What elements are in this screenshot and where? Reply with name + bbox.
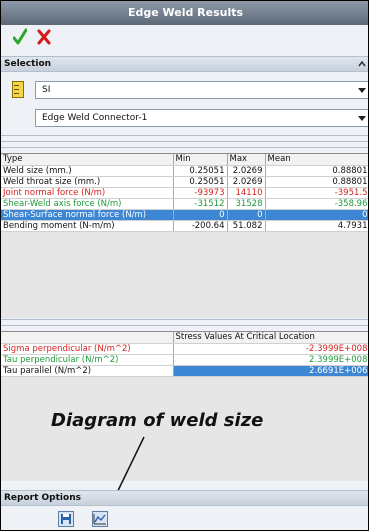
stress-value-cell: 2.3999E+008 [173, 354, 368, 366]
divider [1, 325, 368, 326]
save-report-icon[interactable] [58, 511, 74, 527]
table-row[interactable]: Joint normal force (N/m) -93973 14110 -3… [1, 187, 368, 199]
connector-value: Edge Weld Connector-1 [42, 113, 148, 123]
connector-select[interactable]: Edge Weld Connector-1 [35, 109, 368, 127]
dropdown-arrow-icon[interactable] [358, 88, 366, 93]
column-header [1, 332, 174, 344]
stress-label-cell: Tau parallel (N/m^2) [1, 365, 174, 377]
table-row[interactable]: Tau perpendicular (N/m^2) 2.3999E+008 [1, 354, 368, 366]
max-cell: 51.082 [227, 220, 266, 232]
unit-system-value: SI [42, 85, 51, 95]
column-header[interactable]: Mean [265, 154, 368, 166]
table-row-selected[interactable]: Shear-Surface normal force (N/m) 0 0 0 [1, 209, 368, 221]
column-header[interactable]: Type [1, 154, 174, 166]
min-cell: 0.25051 [173, 176, 228, 188]
mean-cell: 0.88801 [265, 165, 368, 177]
window-title: Edge Weld Results [1, 1, 368, 25]
dropdown-arrow-icon[interactable] [358, 116, 366, 121]
type-cell: Joint normal force (N/m) [1, 187, 174, 199]
table-row[interactable]: Sigma perpendicular (N/m^2) -2.3999E+008 [1, 343, 368, 355]
edge-weld-results-panel: Edge Weld Results Selection SI Edge Weld… [0, 0, 369, 531]
results-table-area: Type Min Max Mean Weld size (mm.) 0.2505… [1, 153, 368, 318]
mean-cell: 0.88801 [265, 176, 368, 188]
diagram-callout-label: Diagram of weld size [51, 410, 264, 431]
max-cell: 2.0269 [227, 176, 266, 188]
stress-label-cell: Sigma perpendicular (N/m^2) [1, 343, 174, 355]
chevron-up-icon[interactable] [358, 60, 366, 68]
column-header[interactable]: Stress Values At Critical Location [173, 332, 368, 344]
column-header[interactable]: Min [173, 154, 228, 166]
max-cell: 14110 [227, 187, 266, 199]
table-row[interactable]: Shear-Weld axis force (N/m) -31512 31528… [1, 198, 368, 210]
mean-cell: 0 [265, 209, 368, 221]
check-icon[interactable] [13, 28, 27, 46]
type-cell: Shear-Weld axis force (N/m) [1, 198, 174, 210]
critical-stress-table: Stress Values At Critical Location Sigma… [1, 332, 368, 377]
critical-table-area: Stress Values At Critical Location Sigma… [1, 331, 368, 481]
table-row-selected[interactable]: Tau parallel (N/m^2) 2.6691E+006 [1, 365, 368, 377]
report-options-header[interactable]: Report Options [1, 490, 368, 506]
type-cell: Weld throat size (mm.) [1, 176, 174, 188]
ruler-icon [12, 81, 24, 98]
divider [1, 319, 368, 320]
stress-label-cell: Tau perpendicular (N/m^2) [1, 354, 174, 366]
mean-cell: 4.7931 [265, 220, 368, 232]
min-cell: 0.25051 [173, 165, 228, 177]
min-cell: -31512 [173, 198, 228, 210]
max-cell: 31528 [227, 198, 266, 210]
unit-system-select[interactable]: SI [35, 81, 368, 99]
diagram-icon[interactable] [92, 511, 108, 527]
action-bar [1, 25, 368, 51]
table-header-row: Stress Values At Critical Location [1, 332, 368, 344]
results-table: Type Min Max Mean Weld size (mm.) 0.2505… [1, 154, 368, 232]
max-cell: 2.0269 [227, 165, 266, 177]
divider [1, 147, 368, 148]
mean-cell: -3951.5 [265, 187, 368, 199]
section-title: Selection [4, 59, 52, 69]
table-row[interactable]: Bending moment (N-m/m) -200.64 51.082 4.… [1, 220, 368, 232]
min-cell: -200.64 [173, 220, 228, 232]
stress-value-cell: 2.6691E+006 [173, 365, 368, 377]
min-cell: 0 [173, 209, 228, 221]
table-row[interactable]: Weld throat size (mm.) 0.25051 2.0269 0.… [1, 176, 368, 188]
table-header-row: Type Min Max Mean [1, 154, 368, 166]
mean-cell: -358.96 [265, 198, 368, 210]
min-cell: -93973 [173, 187, 228, 199]
column-header[interactable]: Max [227, 154, 266, 166]
close-icon[interactable] [37, 29, 51, 45]
max-cell: 0 [227, 209, 266, 221]
selection-section-header[interactable]: Selection [1, 56, 368, 72]
stress-value-cell: -2.3999E+008 [173, 343, 368, 355]
type-cell: Shear-Surface normal force (N/m) [1, 209, 174, 221]
section-title: Report Options [4, 493, 81, 503]
report-toolbar [1, 506, 368, 530]
divider [1, 141, 368, 142]
type-cell: Weld size (mm.) [1, 165, 174, 177]
table-row[interactable]: Weld size (mm.) 0.25051 2.0269 0.88801 [1, 165, 368, 177]
type-cell: Bending moment (N-m/m) [1, 220, 174, 232]
divider [1, 135, 368, 136]
